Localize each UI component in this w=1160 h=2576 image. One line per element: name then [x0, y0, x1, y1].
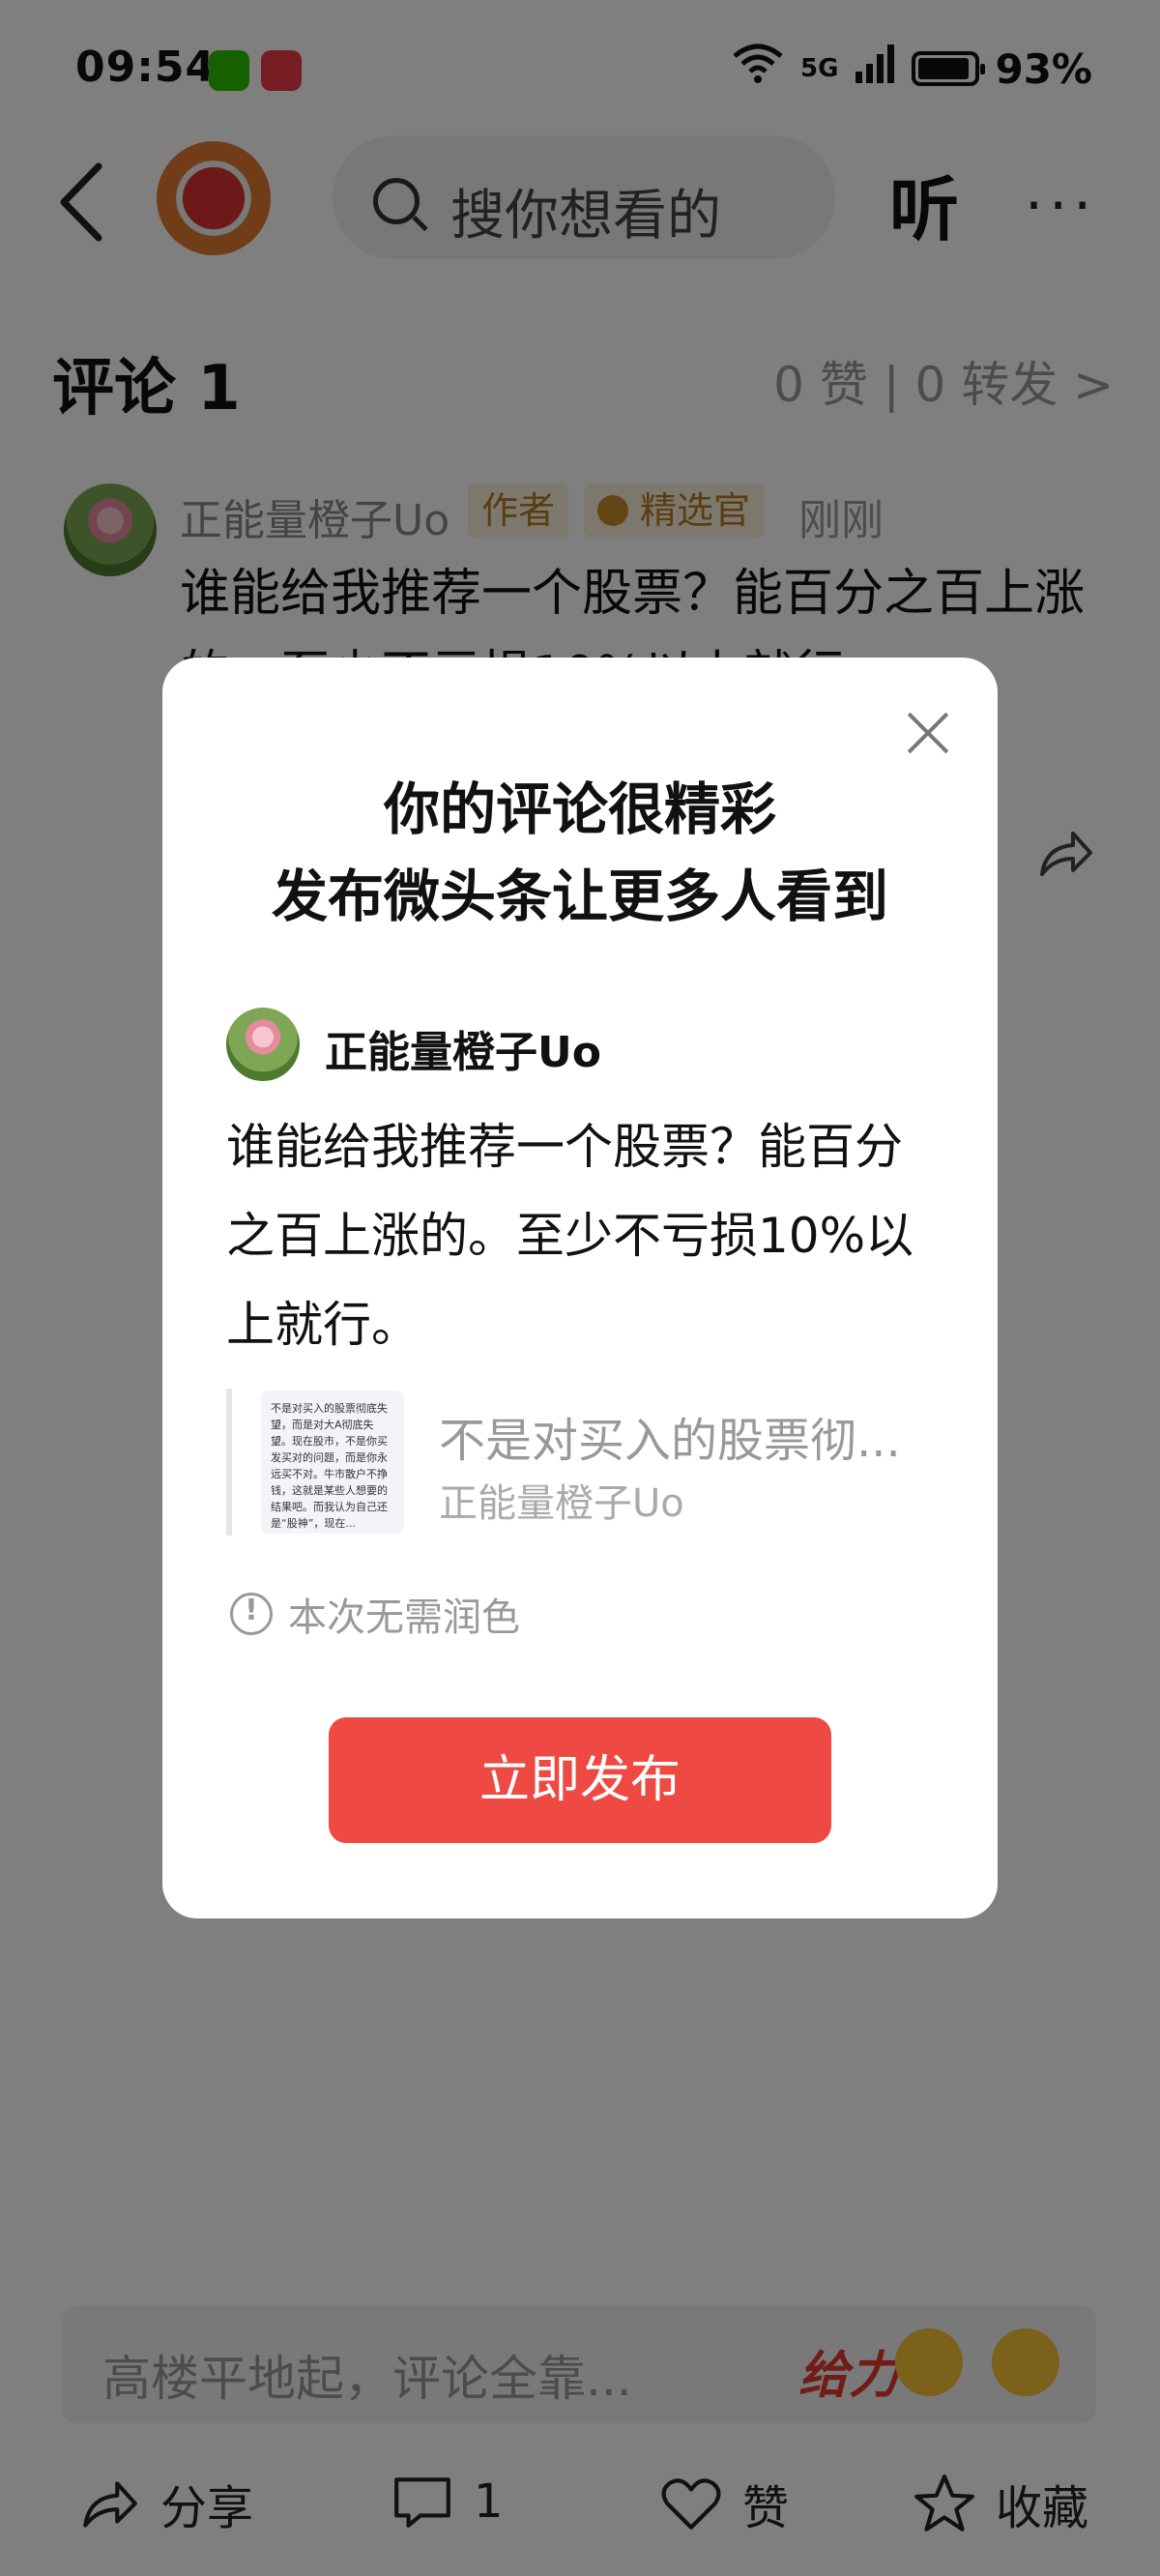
quoted-article[interactable]: 不是对买入的股票彻底失望，而是对大A彻底失望。现在股市，不是你买发买对的问题，而… — [226, 1389, 942, 1536]
modal-subtitle: 发布微头条让更多人看到 — [271, 864, 888, 929]
modal-username: 正能量橙子Uo — [325, 1028, 601, 1077]
polish-notice-text: 本次无需润色 — [288, 1595, 520, 1640]
info-icon — [230, 1593, 273, 1635]
modal-title: 你的评论很精彩 — [383, 776, 776, 842]
article-title: 不是对买入的股票彻... — [439, 1414, 901, 1468]
modal-comment-text: 谁能给我推荐一个股票？能百分之百上涨的。至少不亏损10%以上就行。 — [226, 1119, 914, 1353]
polish-notice: 本次无需润色 — [230, 1586, 520, 1642]
publish-modal: 你的评论很精彩 发布微头条让更多人看到 正能量橙子Uo 谁能给我推荐一个股票？能… — [162, 658, 998, 1918]
publish-button[interactable]: 立即发布 — [329, 1717, 831, 1843]
article-thumbnail: 不是对买入的股票彻底失望，而是对大A彻底失望。现在股市，不是你买发买对的问题，而… — [261, 1390, 404, 1534]
article-author: 正能量橙子Uo — [439, 1481, 684, 1526]
avatar — [226, 1008, 300, 1081]
close-icon[interactable] — [907, 712, 949, 754]
